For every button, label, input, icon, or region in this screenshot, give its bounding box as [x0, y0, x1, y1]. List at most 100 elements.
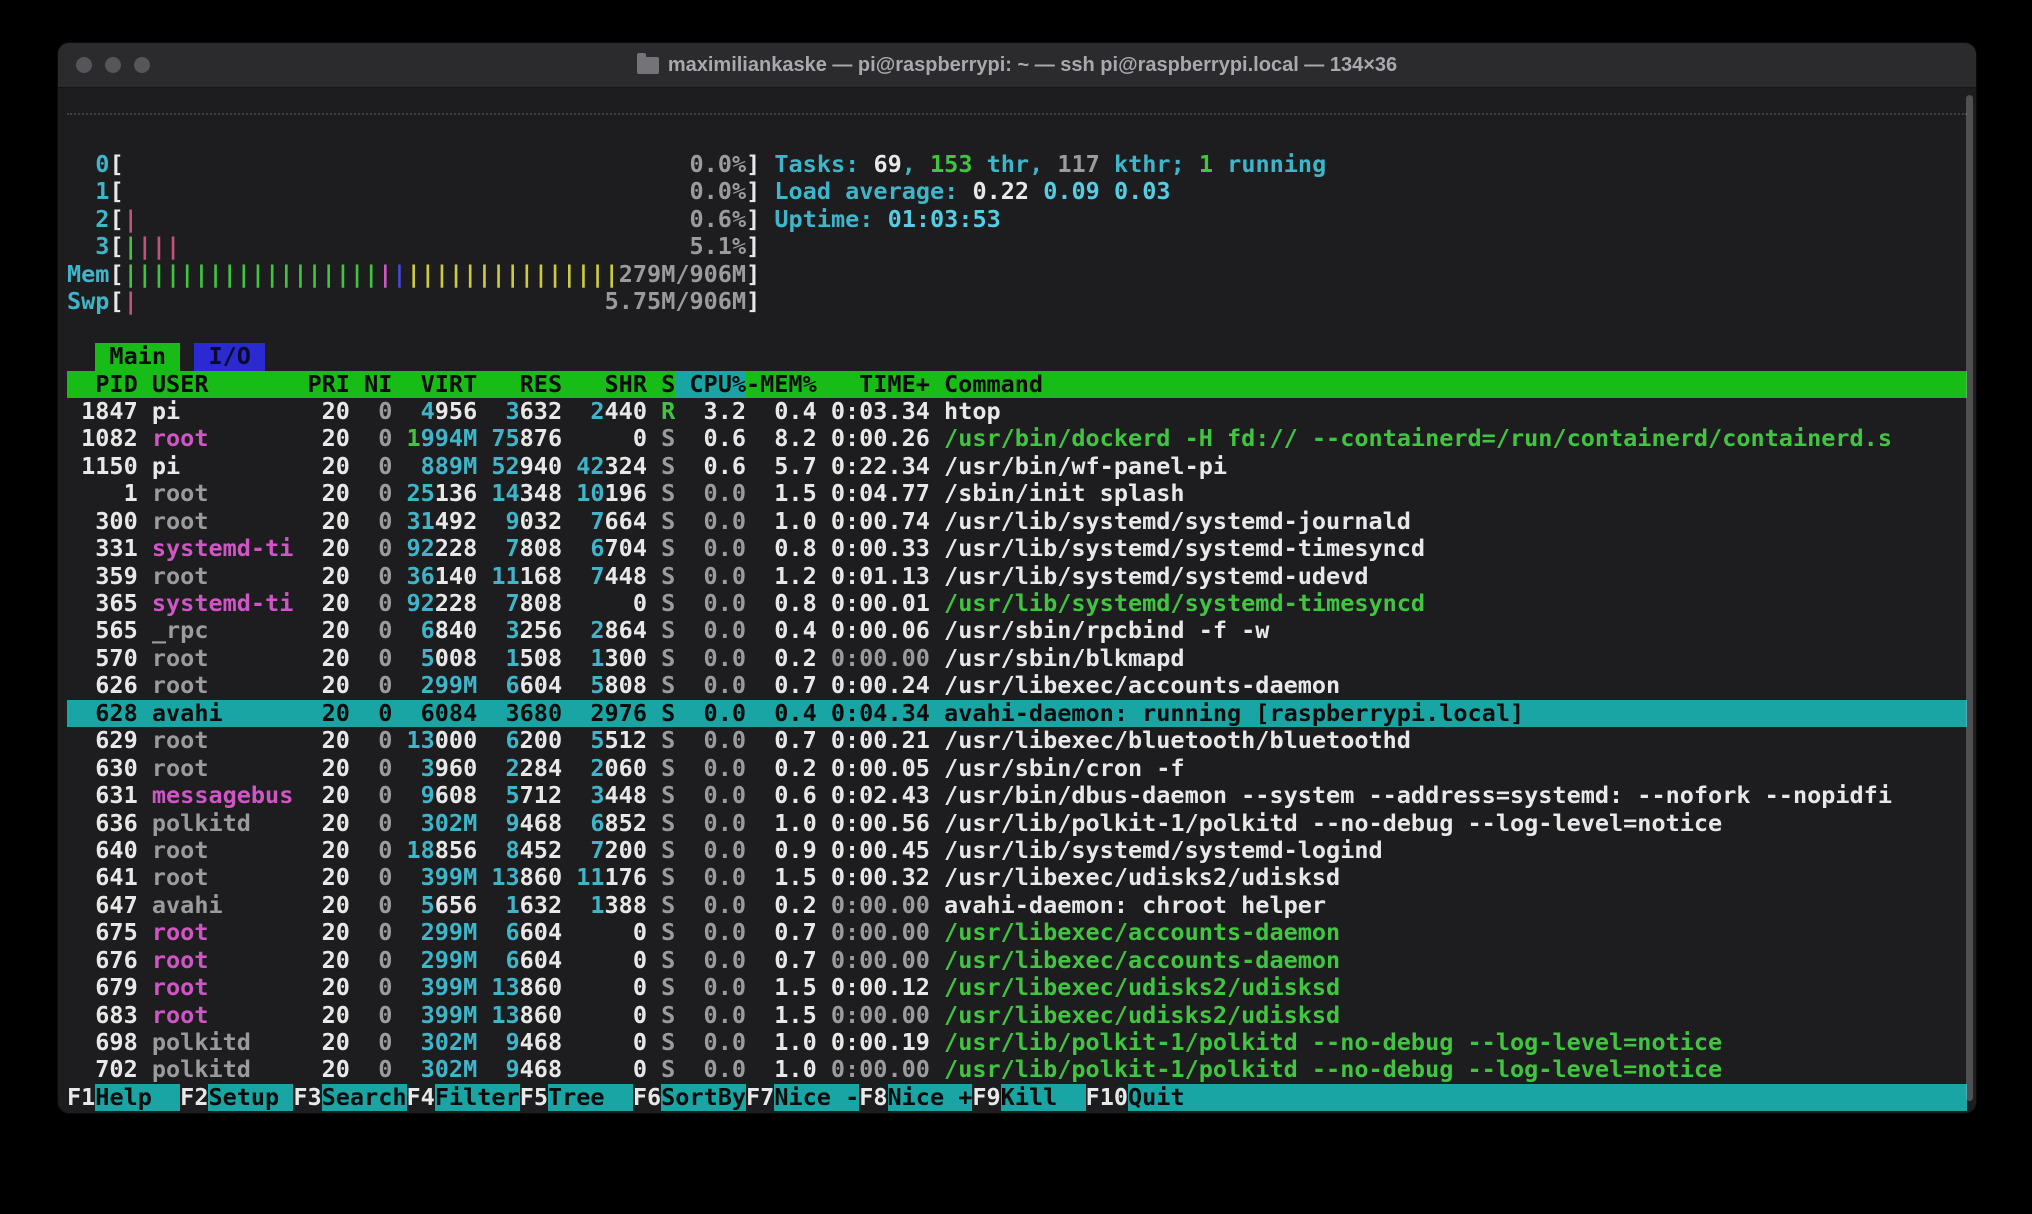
tab-io[interactable]: I/O — [194, 343, 265, 370]
process-row[interactable]: 675root200299M66040S0.00.70:00.00/usr/li… — [67, 919, 1967, 946]
mem-value-mb: 7 — [590, 508, 604, 535]
process-row[interactable]: 676root200299M66040S0.00.70:00.00/usr/li… — [67, 947, 1967, 974]
column-user[interactable]: USER — [152, 371, 293, 398]
pri-value: 20 — [322, 563, 350, 590]
process-row[interactable]: 565_rpc200684032562864S0.00.40:00.06/usr… — [67, 617, 1967, 644]
minimize-button[interactable] — [105, 57, 121, 73]
column-shr[interactable]: SHR — [562, 371, 647, 398]
cell-cmd: /usr/lib/systemd/systemd-timesyncd — [944, 535, 1967, 562]
process-row[interactable]: 628avahi200608436802976S0.00.40:04.34ava… — [67, 700, 1967, 727]
user-value: root — [152, 645, 209, 672]
command-value: /usr/sbin/rpcbind -f -w — [944, 617, 1269, 644]
column-virt[interactable]: VIRT — [392, 371, 477, 398]
process-row[interactable]: 570root200500815081300S0.00.20:00.00/usr… — [67, 645, 1967, 672]
pid-value: 1150 — [81, 453, 138, 480]
cell-shr: 42324 — [562, 453, 647, 480]
cpu-value: 0.0 — [704, 1002, 746, 1029]
process-row[interactable]: 1root200251361434810196S0.01.50:04.77/sb… — [67, 480, 1967, 507]
column-res[interactable]: RES — [477, 371, 562, 398]
process-row[interactable]: 1082root2001994M758760S0.68.20:00.26/usr… — [67, 425, 1967, 452]
column-time[interactable]: TIME+ — [817, 371, 930, 398]
cell-spacer — [138, 535, 152, 562]
cell-mem: 0.8 — [746, 590, 817, 617]
cpu-value: 3.2 — [704, 398, 746, 425]
process-row[interactable]: 1150pi200889M5294042324S0.65.70:22.34/us… — [67, 453, 1967, 480]
cell-time: 0:02.43 — [817, 782, 930, 809]
pri-value: 20 — [322, 892, 350, 919]
fn-f9-kill[interactable]: F9Kill — [972, 1084, 1085, 1111]
scrollbar[interactable] — [1966, 95, 1973, 1101]
pri-value: 20 — [322, 974, 350, 1001]
mem-value-mb: 36 — [406, 563, 434, 590]
fn-f4-filter[interactable]: F4Filter — [407, 1084, 520, 1111]
process-row[interactable]: 683root200399M138600S0.01.50:00.00/usr/l… — [67, 1002, 1967, 1029]
process-row[interactable]: 626root200299M66045808S0.00.70:00.24/usr… — [67, 672, 1967, 699]
cell-time: 0:00.05 — [817, 755, 930, 782]
process-row[interactable]: 647avahi200565616321388S0.00.20:00.00ava… — [67, 892, 1967, 919]
cell-virt: 299M — [392, 672, 477, 699]
cell-cpu: 0.0 — [675, 782, 746, 809]
cpu-value: 0.6 — [704, 425, 746, 452]
process-row[interactable]: 630root200396022842060S0.00.20:00.05/usr… — [67, 755, 1967, 782]
process-row[interactable]: 365systemd-ti2009222878080S0.00.80:00.01… — [67, 590, 1967, 617]
cell-virt: 302M — [392, 810, 477, 837]
zoom-button[interactable] — [134, 57, 150, 73]
meter-value: 279M/906M — [619, 261, 746, 288]
cell-s: S — [647, 1029, 675, 1056]
cell-shr: 11176 — [562, 864, 647, 891]
process-row[interactable]: 631messagebus200960857123448S0.00.60:02.… — [67, 782, 1967, 809]
fn-f8-nice[interactable]: F8Nice + — [859, 1084, 972, 1111]
summary-segment: 0.03 — [1114, 178, 1171, 205]
meter-body: ||||5.1% — [124, 233, 747, 260]
fn-f10-quit[interactable]: F10Quit — [1086, 1084, 1967, 1111]
process-row[interactable]: 629root2001300062005512S0.00.70:00.21/us… — [67, 727, 1967, 754]
column-s[interactable]: S — [647, 371, 675, 398]
process-row[interactable]: 359root20036140111687448S0.01.20:01.13/u… — [67, 563, 1967, 590]
column-cmd[interactable]: Command — [944, 371, 1967, 398]
cell-pid: 365 — [67, 590, 138, 617]
mem-value-mb: 1 — [506, 892, 520, 919]
mem-value-kb: 228 — [435, 590, 477, 617]
fn-f1-help[interactable]: F1Help — [67, 1084, 180, 1111]
fn-f7-nice[interactable]: F7Nice - — [746, 1084, 859, 1111]
mem-value-mb: 92 — [406, 590, 434, 617]
process-row[interactable]: 702polkitd200302M94680S0.01.00:00.00/usr… — [67, 1056, 1967, 1083]
cell-user: polkitd — [152, 1056, 293, 1083]
user-value: root — [152, 755, 209, 782]
process-row[interactable]: 636polkitd200302M94686852S0.01.00:00.56/… — [67, 810, 1967, 837]
cpu-value: 0.0 — [704, 974, 746, 1001]
close-button[interactable] — [76, 57, 92, 73]
column-cpu[interactable]: CPU% — [675, 371, 746, 398]
cell-pri: 20 — [293, 837, 350, 864]
fn-f3-search[interactable]: F3Search — [293, 1084, 406, 1111]
cell-virt: 399M — [392, 1002, 477, 1029]
fn-action-label: Help — [95, 1084, 180, 1111]
column-ni[interactable]: NI — [350, 371, 392, 398]
process-row[interactable]: 300root2003149290327664S0.01.00:00.74/us… — [67, 508, 1967, 535]
cell-s: S — [647, 563, 675, 590]
summary-segment: Tasks: — [774, 151, 873, 178]
column-pid[interactable]: PID — [67, 371, 138, 398]
cell-pid: 698 — [67, 1029, 138, 1056]
fn-f5-tree[interactable]: F5Tree — [520, 1084, 633, 1111]
fn-f6-sortby[interactable]: F6SortBy — [633, 1084, 746, 1111]
process-row[interactable]: 698polkitd200302M94680S0.01.00:00.19/usr… — [67, 1029, 1967, 1056]
cell-cmd: /usr/lib/systemd/systemd-journald — [944, 508, 1967, 535]
cell-pri: 20 — [293, 919, 350, 946]
cell-pri: 20 — [293, 755, 350, 782]
pri-value: 20 — [322, 508, 350, 535]
cell-virt: 36140 — [392, 563, 477, 590]
state-value: S — [661, 508, 675, 535]
tab-main[interactable]: Main — [95, 343, 180, 370]
process-row[interactable]: 1847pi200495636322440R3.20.40:03.34htop — [67, 398, 1967, 425]
cell-user: systemd-ti — [152, 535, 293, 562]
pid-value: 1 — [124, 480, 138, 507]
process-row[interactable]: 331systemd-ti2009222878086704S0.00.80:00… — [67, 535, 1967, 562]
process-row[interactable]: 641root200399M1386011176S0.01.50:00.32/u… — [67, 864, 1967, 891]
column-pri[interactable]: PRI — [293, 371, 350, 398]
fn-f2-setup[interactable]: F2Setup — [180, 1084, 293, 1111]
mem-value-gb: 1 — [406, 425, 420, 452]
process-row[interactable]: 679root200399M138600S0.01.50:00.12/usr/l… — [67, 974, 1967, 1001]
process-row[interactable]: 640root2001885684527200S0.00.90:00.45/us… — [67, 837, 1967, 864]
column-mem[interactable]: MEM% — [760, 371, 817, 398]
